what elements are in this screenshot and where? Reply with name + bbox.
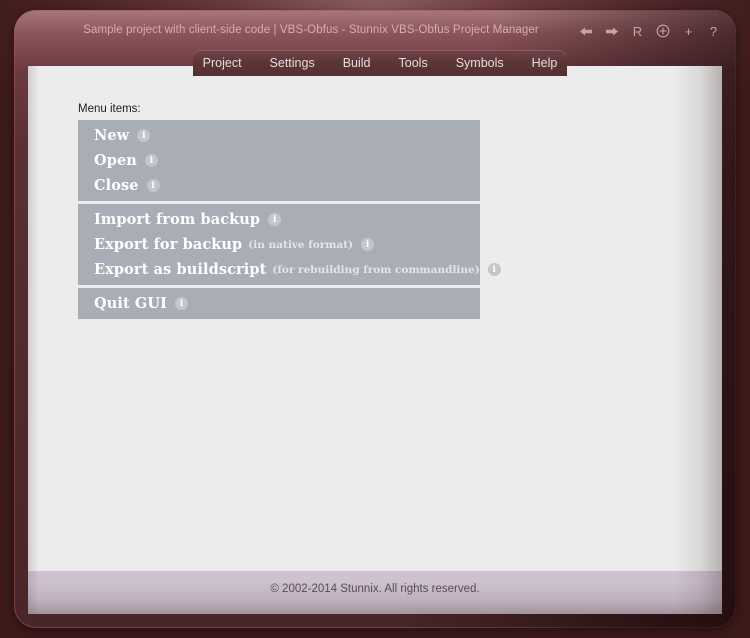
application-window: Sample project with client-side code | V… (14, 10, 736, 628)
titlebar-controls: R + ? (579, 22, 720, 40)
menu-item-note: (in native format) (248, 239, 353, 251)
info-icon[interactable]: i (137, 129, 150, 142)
title-bar: Sample project with client-side code | V… (14, 10, 736, 54)
content-area: Menu items: New i Open i Close i (28, 66, 722, 571)
menu-items-label: Menu items: (78, 102, 480, 116)
page-body: Menu items: New i Open i Close i (28, 66, 722, 614)
menu-item-new[interactable]: New i (78, 123, 480, 148)
tab-tools[interactable]: Tools (385, 50, 442, 76)
tab-settings[interactable]: Settings (256, 50, 329, 76)
tab-project[interactable]: Project (193, 50, 256, 76)
main-tab-bar: Project Settings Build Tools Symbols Hel… (193, 50, 567, 76)
menu-item-label: Export as buildscript (94, 261, 266, 278)
tab-build[interactable]: Build (329, 50, 385, 76)
menu-item-note: (for rebuilding from commandline) (272, 264, 479, 276)
menu-item-close[interactable]: Close i (78, 173, 480, 198)
info-icon[interactable]: i (175, 297, 188, 310)
help-question-icon[interactable]: ? (707, 23, 720, 39)
info-icon[interactable]: i (268, 213, 281, 226)
copyright-text: © 2002-2014 Stunnix. All rights reserved… (270, 583, 479, 595)
menu-group-file: New i Open i Close i (78, 120, 480, 201)
info-icon[interactable]: i (361, 238, 374, 251)
tab-help[interactable]: Help (518, 50, 567, 76)
menu-item-label: Close (94, 177, 139, 194)
tab-symbols[interactable]: Symbols (442, 50, 518, 76)
menu-item-label: Export for backup (94, 236, 242, 253)
menu-item-export-as-buildscript[interactable]: Export as buildscript (for rebuilding fr… (78, 257, 480, 282)
circle-plus-icon[interactable] (656, 23, 670, 39)
menu-item-export-for-backup[interactable]: Export for backup (in native format) i (78, 232, 480, 257)
forward-arrow-icon[interactable] (605, 23, 619, 39)
info-icon[interactable]: i (147, 179, 160, 192)
menu-items-section: Menu items: New i Open i Close i (78, 102, 480, 319)
plus-icon[interactable]: + (682, 23, 695, 39)
menu-group-backup: Import from backup i Export for backup (… (78, 204, 480, 285)
info-icon[interactable]: i (145, 154, 158, 167)
menu-item-quit-gui[interactable]: Quit GUI i (78, 291, 480, 316)
info-icon[interactable]: i (488, 263, 501, 276)
menu-item-label: Open (94, 152, 137, 169)
footer-bar: © 2002-2014 Stunnix. All rights reserved… (28, 571, 722, 614)
menu-item-label: Quit GUI (94, 295, 167, 312)
menu-item-label: New (94, 127, 129, 144)
menu-group-quit: Quit GUI i (78, 288, 480, 319)
reload-letter-icon[interactable]: R (631, 23, 644, 39)
menu-item-label: Import from backup (94, 211, 260, 228)
menu-item-open[interactable]: Open i (78, 148, 480, 173)
menu-item-import-from-backup[interactable]: Import from backup i (78, 207, 480, 232)
back-arrow-icon[interactable] (579, 23, 593, 39)
